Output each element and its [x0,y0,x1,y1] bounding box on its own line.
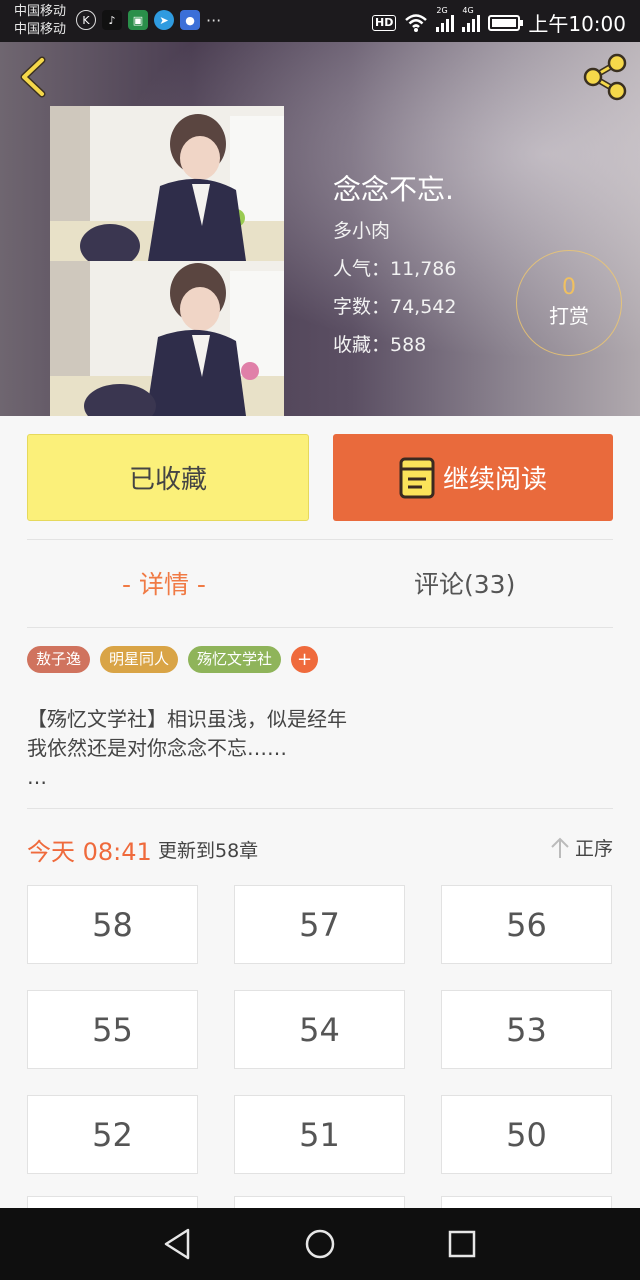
synopsis-line: 【殇忆文学社】相识虽浅，似是经年 [27,707,347,731]
chapter-button-partial[interactable] [441,1196,612,1208]
signal-4g-icon: 4G [462,6,481,32]
chapter-button[interactable]: 55 [27,990,198,1069]
back-button[interactable] [14,54,54,100]
tab-comments[interactable]: 评论(33) [414,565,515,601]
cover-photo-top [50,106,284,261]
chapter-button[interactable]: 54 [234,990,405,1069]
favorites-stat: 收藏：588 [333,334,427,356]
baidu-paw-icon: ● [180,10,200,30]
share-button[interactable] [580,52,630,102]
clock: 上午10:00 [528,12,626,36]
synopsis-expand: … [27,765,47,789]
sort-button[interactable]: 正序 [549,834,613,861]
synopsis[interactable]: 【殇忆文学社】相识虽浅，似是经年 我依然还是对你念念不忘…… … [27,705,613,792]
chapter-button[interactable]: 56 [441,885,612,964]
hd-icon: HD [372,14,397,31]
more-notifications-icon: ··· [206,10,222,30]
book-header: 念念不忘. 多小肉 人气：11,786 字数：74,542 收藏：588 0 打… [0,42,640,416]
carrier-label-2: 中国移动 [14,22,67,37]
tag-item[interactable]: 敖子逸 [27,646,91,673]
book-cover[interactable] [50,106,284,416]
continue-reading-button[interactable]: 继续阅读 [333,434,613,521]
nav-home-icon[interactable] [300,1224,340,1264]
popularity-stat: 人气：11,786 [333,258,457,280]
chapter-button[interactable]: 50 [441,1095,612,1174]
tag-item[interactable]: 殇忆文学社 [188,646,282,673]
update-text: 更新到58章 [158,840,259,862]
carrier-label-1: 中国移动 [14,4,67,19]
divider [27,627,613,628]
favorited-label: 已收藏 [128,465,207,495]
reward-label: 打赏 [549,304,589,328]
sort-label: 正序 [574,838,613,860]
k-icon: K [76,10,96,30]
battery-icon [488,14,524,31]
divider [27,539,613,540]
wifi-icon [405,13,428,32]
chapter-button[interactable]: 51 [234,1095,405,1174]
tag-list: 敖子逸 明星同人 殇忆文学社 + [27,646,319,673]
word-count-stat: 字数：74,542 [333,296,457,318]
status-bar: 中国移动 中国移动 K ♪ ▣ ➤ ● ··· HD 2G 4G 上午10:00 [0,0,640,42]
chapter-button[interactable]: 57 [234,885,405,964]
system-nav-bar [0,1208,640,1280]
lock-icon: ▣ [128,10,148,30]
tag-item[interactable]: 明星同人 [100,646,179,673]
continue-reading-label: 继续阅读 [442,465,547,495]
update-time: 今天 08:41 [27,838,152,866]
synopsis-line: 我依然还是对你念念不忘…… [27,736,287,760]
chapter-button-partial[interactable] [234,1196,405,1208]
chapter-button[interactable]: 58 [27,885,198,964]
notification-icons: K ♪ ▣ ➤ ● ··· [76,10,221,30]
nav-back-icon[interactable] [158,1224,198,1264]
cover-photo-bottom [50,261,284,416]
favorited-button[interactable]: 已收藏 [27,434,309,521]
tab-details[interactable]: - 详情 - [122,565,206,601]
add-tag-button[interactable]: + [291,646,319,673]
book-icon [399,457,435,498]
telegram-icon: ➤ [154,10,174,30]
nav-recents-icon[interactable] [442,1224,482,1264]
chapter-button[interactable]: 53 [441,990,612,1069]
reward-count: 0 [562,275,576,300]
sort-up-arrow-icon [551,837,569,858]
chapter-button-partial[interactable] [27,1196,198,1208]
divider [27,808,613,809]
chapter-button[interactable]: 52 [27,1095,198,1174]
book-title: 念念不忘. [333,173,454,206]
reward-button[interactable]: 0 打赏 [516,250,622,356]
tiktok-icon: ♪ [102,10,122,30]
signal-2g-icon: 2G [436,6,455,32]
book-author[interactable]: 多小肉 [333,216,390,243]
